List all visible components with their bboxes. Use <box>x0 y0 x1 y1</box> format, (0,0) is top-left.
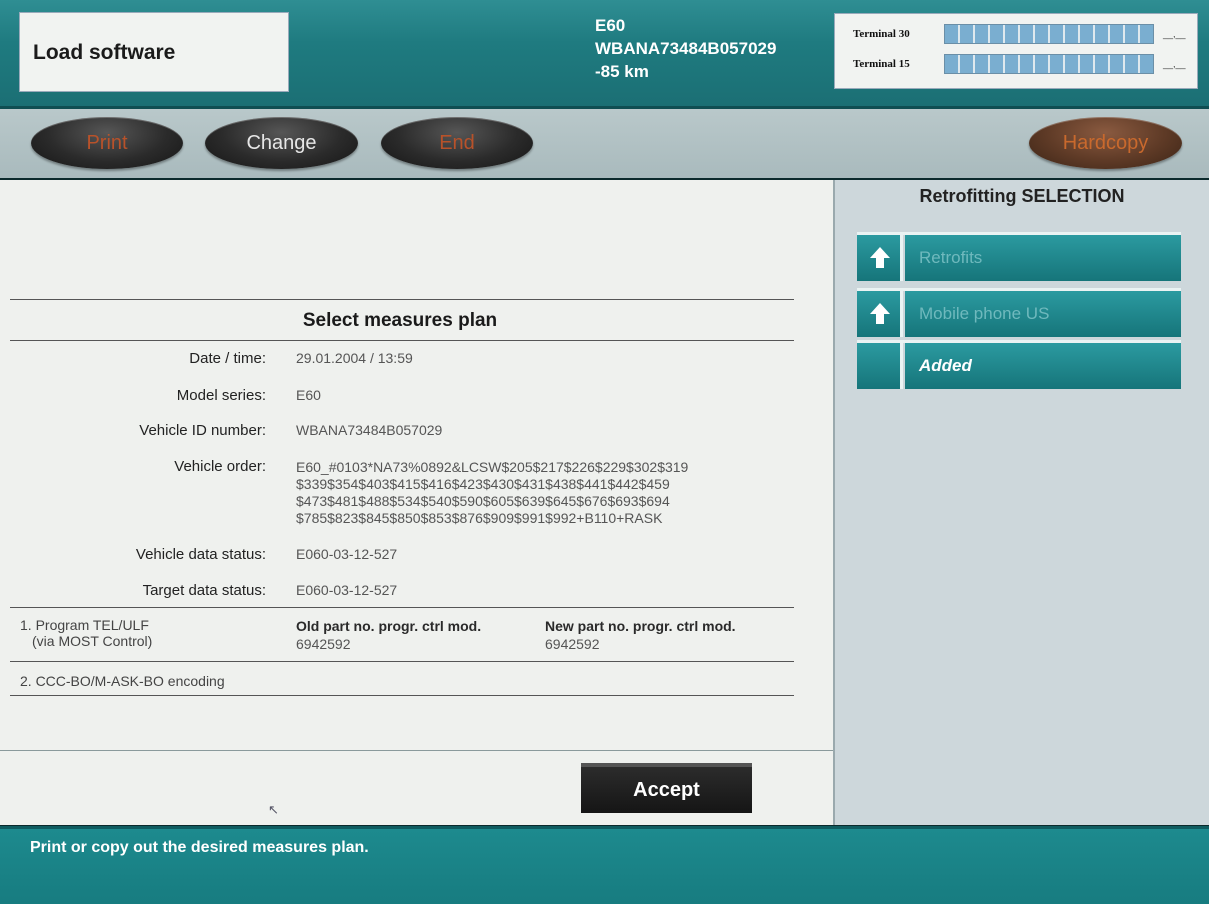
toolbar: Print Change End Hardcopy <box>0 109 1209 178</box>
sidebar-title: Retrofitting SELECTION <box>919 186 1125 206</box>
vehicle-vin: WBANA73484B057029 <box>595 39 777 58</box>
field-label-date: Date / time: <box>189 350 266 367</box>
new-part-value: 6942592 <box>545 636 600 652</box>
pointer-cursor-icon: ↖ <box>268 802 279 817</box>
field-value-order: E60_#0103*NA73%0892&LCSW$205$217$226$229… <box>296 459 689 526</box>
change-button[interactable]: Change <box>205 117 358 169</box>
terminal-30-label: Terminal 30 <box>853 28 910 40</box>
footer-divider <box>0 750 833 751</box>
status-bar: Print or copy out the desired measures p… <box>0 826 1209 904</box>
vehicle-distance: -85 km <box>595 62 649 81</box>
terminal-30-value: __,__ <box>1163 29 1186 39</box>
empty-icon-slot <box>857 343 903 389</box>
divider-line <box>10 299 794 300</box>
terminal-panel: Terminal 30 __,__ Terminal 15 __,__ <box>834 13 1198 89</box>
up-arrow-icon[interactable] <box>857 235 903 281</box>
measure-item-2[interactable]: 2. CCC-BO/M-ASK-BO encoding <box>20 673 225 689</box>
vehicle-info: E60 WBANA73484B057029 -85 km <box>595 14 776 83</box>
up-arrow-icon[interactable] <box>857 291 903 337</box>
field-value-vehicle-status: E060-03-12-527 <box>296 546 398 562</box>
terminal-15-label: Terminal 15 <box>853 58 910 70</box>
sidebar-item-label: Retrofits <box>905 235 1181 281</box>
page-title: Load software <box>33 41 176 64</box>
field-value-target-status: E060-03-12-527 <box>296 582 398 598</box>
end-button[interactable]: End <box>381 117 533 169</box>
sidebar-item-added[interactable]: Added <box>857 340 1181 389</box>
print-button[interactable]: Print <box>31 117 183 169</box>
status-message: Print or copy out the desired measures p… <box>30 839 369 856</box>
sidebar-item-label: Added <box>905 343 1181 389</box>
divider-line <box>10 340 794 341</box>
header: Load software E60 WBANA73484B057029 -85 … <box>0 0 1209 109</box>
measure-1-sub: (via MOST Control) <box>32 633 153 649</box>
sidebar-item-mobile-phone-us[interactable]: Mobile phone US <box>857 288 1181 337</box>
hardcopy-button[interactable]: Hardcopy <box>1029 117 1182 169</box>
divider-line <box>10 695 794 696</box>
field-label-vin: Vehicle ID number: <box>139 422 266 439</box>
terminal-30-bar <box>944 24 1154 44</box>
field-label-order: Vehicle order: <box>174 458 266 475</box>
title-box: Load software <box>19 12 289 92</box>
section-title: Select measures plan <box>302 310 498 331</box>
field-label-vehicle-status: Vehicle data status: <box>135 546 266 563</box>
accept-button[interactable]: Accept <box>581 763 752 813</box>
old-part-value: 6942592 <box>296 636 351 652</box>
field-value-model: E60 <box>296 387 321 403</box>
terminal-15-bar <box>944 54 1154 74</box>
new-part-header: New part no. progr. ctrl mod. <box>545 618 736 634</box>
old-part-header: Old part no. progr. ctrl mod. <box>296 618 482 634</box>
divider-line <box>10 661 794 662</box>
measure-item-1[interactable]: 1. Program TEL/ULF (via MOST Control) <box>20 617 152 649</box>
terminal-15-value: __,__ <box>1163 59 1186 69</box>
divider-line <box>10 607 794 608</box>
sidebar-item-retrofits[interactable]: Retrofits <box>857 232 1181 281</box>
measure-1-name: 1. Program TEL/ULF <box>20 617 149 633</box>
field-value-date: 29.01.2004 / 13:59 <box>296 350 413 366</box>
sidebar-item-label: Mobile phone US <box>905 291 1181 337</box>
field-value-vin: WBANA73484B057029 <box>296 422 443 438</box>
vehicle-model: E60 <box>595 16 626 35</box>
field-label-model: Model series: <box>176 387 266 404</box>
screen: Load software E60 WBANA73484B057029 -85 … <box>0 0 1209 904</box>
field-label-target-status: Target data status: <box>142 582 266 599</box>
